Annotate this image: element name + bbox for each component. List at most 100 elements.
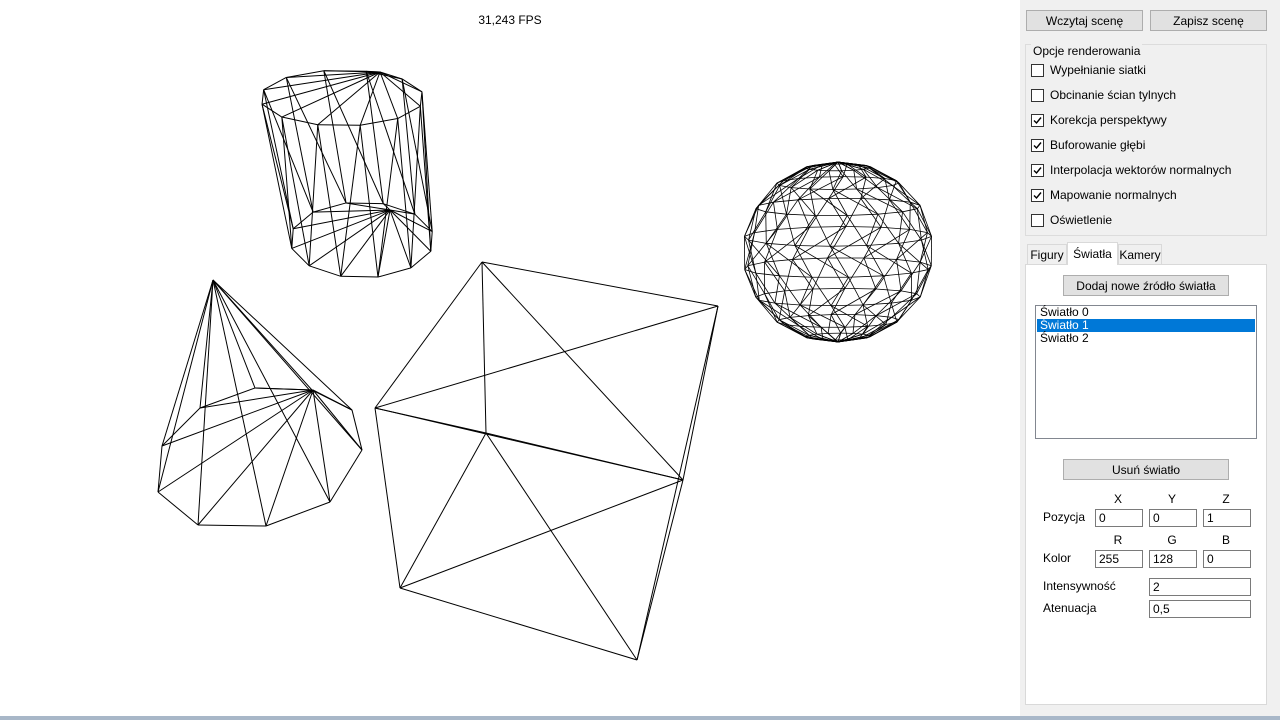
wire-edge: [799, 277, 813, 306]
wire-edge: [682, 305, 719, 481]
wire-edge: [309, 265, 341, 277]
lights-listbox[interactable]: Światło 0 Światło 1 Światło 2: [1035, 305, 1257, 439]
check-mark-icon: [1033, 166, 1042, 174]
wire-edge: [265, 501, 331, 527]
wire-edge: [777, 226, 810, 230]
wire-edge: [817, 169, 829, 172]
wire-edge: [365, 71, 416, 215]
wire-edge: [766, 242, 795, 246]
wire-edge: [919, 205, 928, 233]
wire-edge: [312, 389, 353, 411]
wire-edge: [814, 215, 831, 247]
wire-edge: [901, 290, 917, 295]
option-normal-mapping[interactable]: Mapowanie normalnych: [1031, 187, 1177, 203]
wire-edge: [830, 277, 849, 306]
wire-edge: [199, 389, 314, 409]
wire-edge: [481, 261, 684, 481]
color-g-input[interactable]: 128: [1149, 550, 1197, 568]
option-mesh-fill[interactable]: Wypełnianie siatki: [1031, 62, 1146, 78]
wire-edge: [401, 78, 433, 232]
color-b-input[interactable]: 0: [1203, 550, 1251, 568]
wire-edge: [765, 211, 767, 244]
checkbox[interactable]: [1031, 163, 1044, 177]
wire-edge: [827, 226, 882, 259]
axis-header-y: Y: [1167, 492, 1176, 506]
wire-edge: [481, 261, 487, 434]
option-perspective-correction[interactable]: Korekcja perspektywy: [1031, 112, 1167, 128]
wire-edge: [374, 261, 483, 409]
wire-edge: [366, 70, 403, 80]
render-viewport[interactable]: 31,243 FPS: [0, 0, 1020, 716]
option-depth-buffer[interactable]: Buforowanie głębi: [1031, 137, 1145, 153]
wire-edge: [812, 287, 845, 290]
remove-light-button[interactable]: Usuń światło: [1063, 459, 1229, 480]
tab-figures[interactable]: Figury: [1027, 244, 1067, 264]
wire-edge: [883, 272, 912, 277]
wire-edge: [329, 449, 363, 503]
tab-lights[interactable]: Światła: [1067, 242, 1118, 265]
position-y-input[interactable]: 0: [1149, 509, 1197, 527]
wire-edge: [317, 124, 342, 277]
load-scene-button[interactable]: Wczytaj scenę: [1026, 10, 1143, 31]
color-r-input[interactable]: 255: [1095, 550, 1143, 568]
wire-edge: [896, 259, 902, 291]
wire-edge: [881, 226, 910, 230]
wire-edge: [254, 387, 314, 391]
checkbox[interactable]: [1031, 63, 1044, 77]
wire-edge: [317, 124, 361, 126]
wire-edge: [377, 209, 391, 278]
intensity-label: Intensywność: [1043, 579, 1116, 593]
option-lighting[interactable]: Oświetlenie: [1031, 212, 1112, 228]
wire-edge: [852, 333, 863, 335]
list-item[interactable]: Światło 2: [1037, 332, 1255, 345]
option-label: Korekcja perspektywy: [1050, 113, 1167, 127]
checkbox[interactable]: [1031, 138, 1044, 152]
option-label: Mapowanie normalnych: [1050, 188, 1177, 202]
wire-edge: [374, 407, 487, 434]
wire-edge: [261, 89, 265, 105]
wire-edge: [765, 211, 787, 215]
wire-edge: [792, 257, 828, 260]
wire-edge: [212, 279, 256, 389]
attenuation-input[interactable]: 0,5: [1149, 600, 1251, 618]
save-scene-button[interactable]: Zapisz scenę: [1150, 10, 1267, 31]
position-x-input[interactable]: 0: [1095, 509, 1143, 527]
wire-edge: [399, 432, 487, 589]
wire-edge: [890, 272, 912, 304]
wire-edge: [481, 261, 719, 307]
tab-cameras[interactable]: Kamery: [1118, 244, 1162, 264]
wire-edge: [794, 245, 831, 247]
wire-edge: [797, 199, 810, 228]
wire-edge: [792, 226, 847, 260]
wire-edge: [854, 314, 877, 316]
checkbox[interactable]: [1031, 113, 1044, 127]
sphere-wireframe: [744, 161, 932, 343]
wire-edge: [397, 118, 412, 268]
option-normal-interpolation[interactable]: Interpolacja wektorów normalnych: [1031, 162, 1231, 178]
option-backface-culling[interactable]: Obcinanie ścian tylnych: [1031, 87, 1176, 103]
wire-edge: [374, 407, 401, 589]
add-light-button[interactable]: Dodaj nowe źródło światła: [1063, 275, 1229, 296]
wire-edge: [161, 389, 314, 447]
wire-edge: [845, 198, 862, 227]
checkbox[interactable]: [1031, 188, 1044, 202]
wire-edge: [784, 259, 793, 291]
attenuation-label: Atenuacja: [1043, 601, 1097, 615]
checkbox[interactable]: [1031, 88, 1044, 102]
wire-edge: [808, 314, 832, 316]
wire-edge: [197, 389, 314, 526]
position-label: Pozycja: [1043, 510, 1086, 524]
cylinder-wireframe: [261, 70, 433, 278]
wire-edge: [811, 277, 832, 306]
wire-edge: [860, 198, 882, 228]
checkbox[interactable]: [1031, 213, 1044, 227]
check-mark-icon: [1033, 116, 1042, 124]
intensity-input[interactable]: 2: [1149, 578, 1251, 596]
wire-edge: [636, 479, 684, 661]
position-z-input[interactable]: 1: [1203, 509, 1251, 527]
wireframe-canvas: [157, 70, 932, 661]
wire-edge: [896, 259, 921, 263]
wire-edge: [827, 314, 832, 334]
wire-edge: [764, 261, 786, 292]
wire-edge: [844, 325, 868, 328]
